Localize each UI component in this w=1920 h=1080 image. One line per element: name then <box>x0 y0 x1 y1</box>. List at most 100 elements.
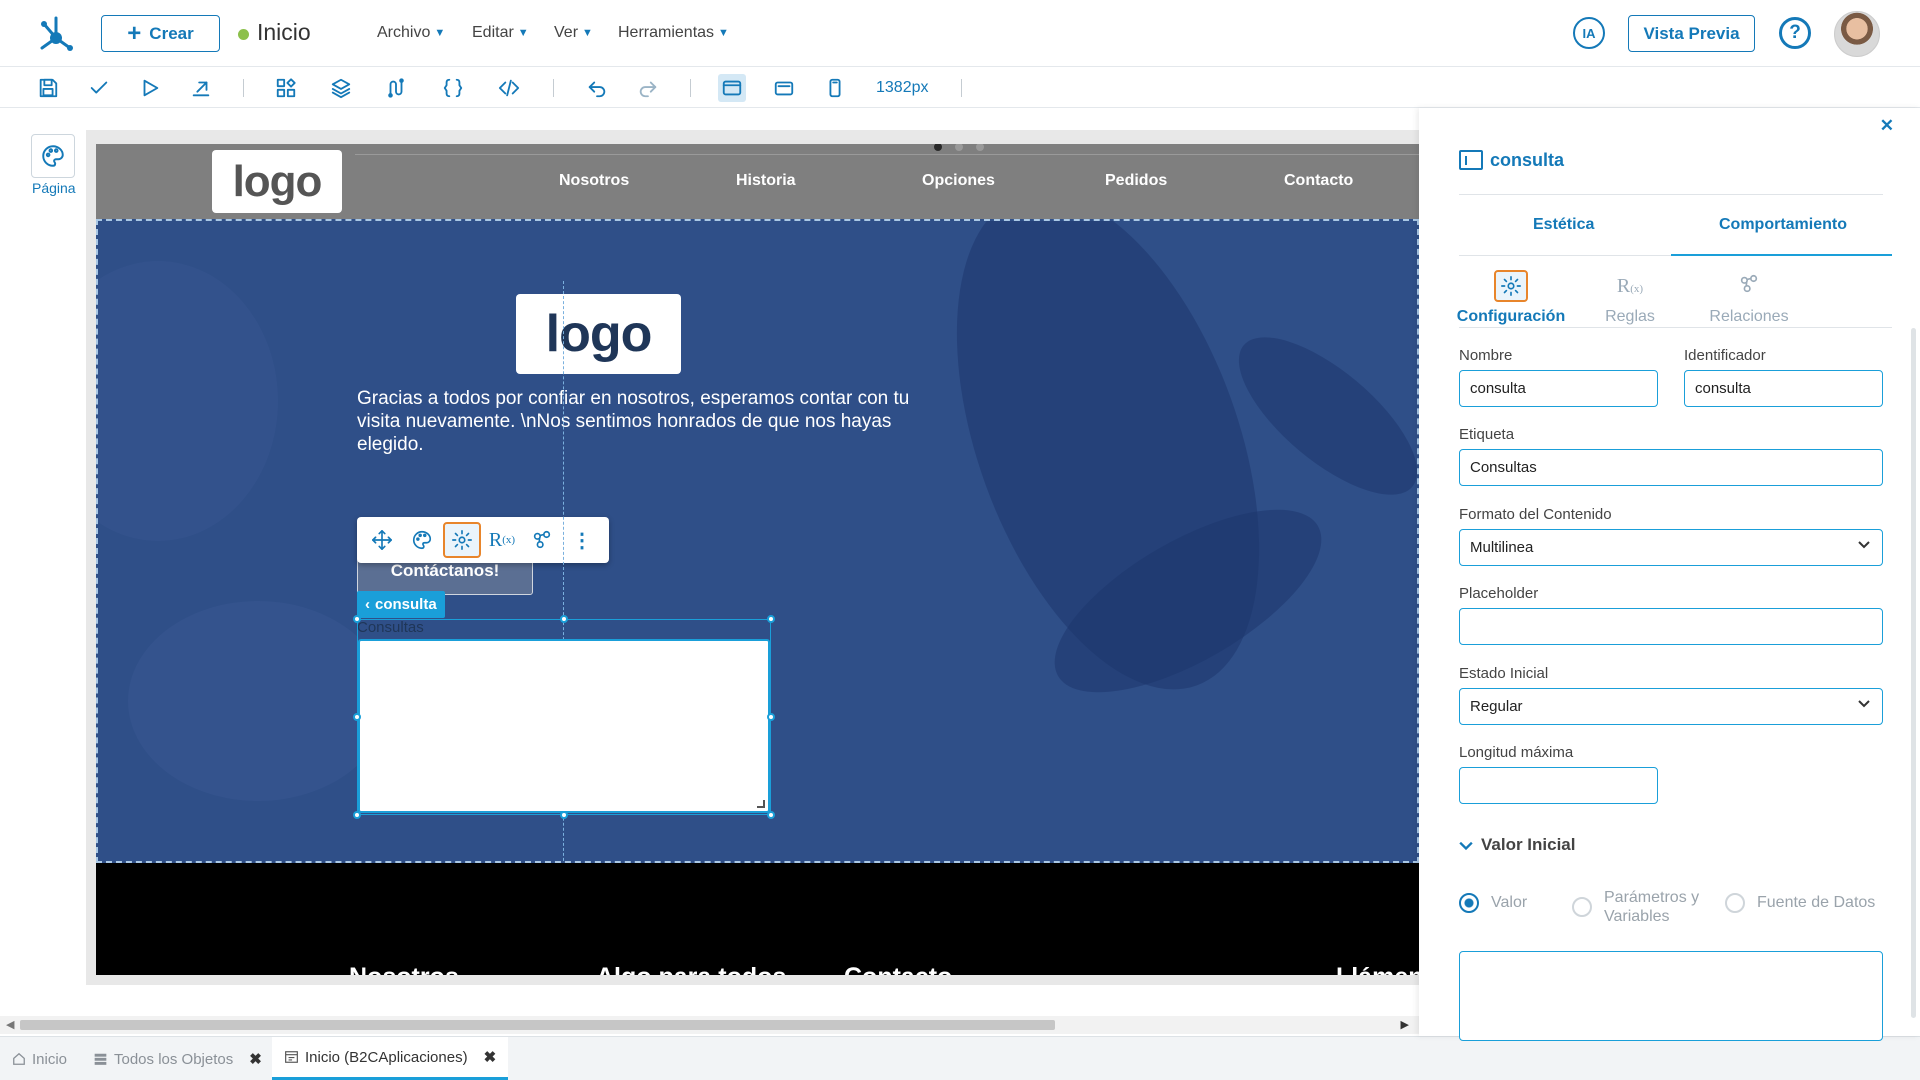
hero-logo[interactable]: logo <box>516 294 681 374</box>
tab-inicio-b2caplicaciones[interactable]: Inicio (B2CAplicaciones) ✖ <box>272 1037 509 1080</box>
site-nav-item[interactable]: Contacto <box>1284 172 1353 190</box>
subtab-reglas[interactable]: R(x) Reglas <box>1575 268 1685 326</box>
nav-strip-line <box>355 154 1419 155</box>
create-button[interactable]: + Crear <box>101 15 220 52</box>
subtab-relaciones[interactable]: Relaciones <box>1694 268 1804 326</box>
scroll-right-icon[interactable]: ▶ <box>1401 1018 1409 1031</box>
radio-parametros-variables[interactable]: Parámetros y Variables <box>1572 888 1714 926</box>
site-nav-item[interactable]: Historia <box>736 172 796 190</box>
mobile-view-icon[interactable] <box>823 76 847 100</box>
resize-handle[interactable] <box>353 713 361 721</box>
close-icon[interactable]: ✖ <box>484 1048 497 1066</box>
tab-estetica[interactable]: Estética <box>1533 216 1594 234</box>
move-icon[interactable] <box>363 522 401 558</box>
relations-icon <box>1738 273 1760 300</box>
estado-select[interactable]: Regular <box>1459 688 1883 725</box>
tab-label: Inicio (B2CAplicaciones) <box>305 1048 468 1066</box>
app-logo-icon[interactable] <box>36 14 76 54</box>
site-navbar[interactable]: logo Nosotros Historia Opciones Pedidos … <box>96 144 1419 219</box>
scroll-thumb[interactable] <box>20 1020 1055 1030</box>
formato-label: Formato del Contenido <box>1459 506 1612 523</box>
rules-icon[interactable]: R (x) <box>483 522 521 558</box>
close-icon[interactable]: ✕ <box>1880 116 1894 136</box>
redo-icon[interactable] <box>636 76 660 100</box>
resize-handle[interactable] <box>767 615 775 623</box>
relations-icon[interactable] <box>523 522 561 558</box>
menu-editar-label: Editar <box>472 24 514 41</box>
valor-inicial-textarea[interactable] <box>1459 951 1883 1041</box>
selected-element-badge[interactable]: ‹ consulta <box>357 591 445 618</box>
design-canvas[interactable]: logo Nosotros Historia Opciones Pedidos … <box>86 108 1419 1018</box>
resize-handle[interactable] <box>560 615 568 623</box>
check-icon[interactable] <box>87 76 111 100</box>
components-icon[interactable] <box>274 76 298 100</box>
site-footer[interactable]: Nosotros Algo para todos Contacto Llámen <box>96 863 1419 975</box>
hero-section[interactable]: logo Gracias a todos por confiar en noso… <box>96 219 1419 863</box>
page-styles-button[interactable] <box>31 134 75 178</box>
flow-icon[interactable] <box>384 76 408 100</box>
site-nav-item[interactable]: Pedidos <box>1105 172 1167 190</box>
desktop-view-icon[interactable] <box>718 74 746 102</box>
ia-button[interactable]: IA <box>1573 17 1605 49</box>
site-logo[interactable]: logo <box>212 150 342 213</box>
help-button[interactable]: ? <box>1779 17 1811 49</box>
resize-handle[interactable] <box>353 811 361 819</box>
formato-select-value: Multilinea <box>1470 539 1534 556</box>
more-options-icon[interactable]: ⋮ <box>563 522 601 558</box>
avatar[interactable] <box>1834 11 1880 57</box>
canvas-horizontal-scrollbar[interactable]: ◀ ▶ <box>0 1016 1419 1034</box>
chevron-down-icon <box>1858 700 1870 708</box>
tab-comportamiento[interactable]: Comportamiento <box>1674 216 1892 234</box>
element-floating-toolbar: R (x) ⋮ <box>357 517 609 563</box>
hero-text[interactable]: Gracias a todos por confiar en nosotros,… <box>357 387 957 456</box>
resize-handle[interactable] <box>767 811 775 819</box>
palette-icon[interactable] <box>403 522 441 558</box>
braces-icon[interactable] <box>441 76 465 100</box>
page-title: Inicio <box>257 19 311 45</box>
formato-select[interactable]: Multilinea <box>1459 529 1883 566</box>
site-nav-item[interactable]: Nosotros <box>559 172 629 190</box>
canvas-width-readout: 1382px <box>876 79 929 96</box>
home-icon <box>13 1052 25 1065</box>
panel-divider <box>1459 194 1883 195</box>
publish-icon[interactable] <box>189 76 213 100</box>
menu-herramientas[interactable]: Herramientas ▼ <box>618 24 729 42</box>
list-icon <box>94 1053 107 1065</box>
code-icon[interactable] <box>497 76 521 100</box>
placeholder-field[interactable] <box>1459 608 1883 645</box>
radio-valor[interactable]: Valor <box>1459 893 1527 913</box>
site-nav-item[interactable]: Opciones <box>922 172 995 190</box>
tablet-view-icon[interactable] <box>772 76 796 100</box>
longitud-label: Longitud máxima <box>1459 744 1574 761</box>
etiqueta-field[interactable]: Consultas <box>1459 449 1883 486</box>
tab-todos-los-objetos[interactable]: Todos los Objetos ✖ <box>93 1037 262 1080</box>
undo-icon[interactable] <box>585 76 609 100</box>
scroll-left-icon[interactable]: ◀ <box>6 1018 14 1031</box>
identificador-label: Identificador <box>1684 347 1766 364</box>
tab-inicio[interactable]: Inicio <box>12 1037 67 1080</box>
play-icon[interactable] <box>138 76 162 100</box>
menu-editar[interactable]: Editar ▼ <box>472 24 529 42</box>
longitud-field[interactable] <box>1459 767 1658 804</box>
preview-button[interactable]: Vista Previa <box>1628 15 1755 52</box>
menu-ver[interactable]: Ver ▼ <box>554 24 593 42</box>
radio-fuente-de-datos[interactable]: Fuente de Datos <box>1725 893 1875 913</box>
create-button-label: Crear <box>149 23 194 43</box>
valor-inicial-section-toggle[interactable]: Valor Inicial <box>1459 835 1576 855</box>
panel-scrollbar[interactable] <box>1911 328 1916 1018</box>
settings-gear-icon[interactable] <box>443 522 481 558</box>
resize-handle[interactable] <box>767 713 775 721</box>
menu-archivo[interactable]: Archivo ▼ <box>377 24 445 42</box>
subtab-configuracion[interactable]: Configuración <box>1456 268 1566 326</box>
save-icon[interactable] <box>36 76 60 100</box>
chevron-down-icon: ▼ <box>582 27 593 39</box>
close-icon[interactable]: ✖ <box>249 1050 262 1068</box>
nombre-field[interactable]: consulta <box>1459 370 1658 407</box>
resize-handle[interactable] <box>353 615 361 623</box>
layers-icon[interactable] <box>329 76 353 100</box>
bottom-tab-bar: Inicio Todos los Objetos ✖ Inicio (B2CAp… <box>0 1036 1920 1080</box>
identificador-field[interactable]: consulta <box>1684 370 1883 407</box>
resize-handle[interactable] <box>560 811 568 819</box>
section-title-label: Valor Inicial <box>1481 835 1576 854</box>
placeholder-label: Placeholder <box>1459 585 1539 602</box>
